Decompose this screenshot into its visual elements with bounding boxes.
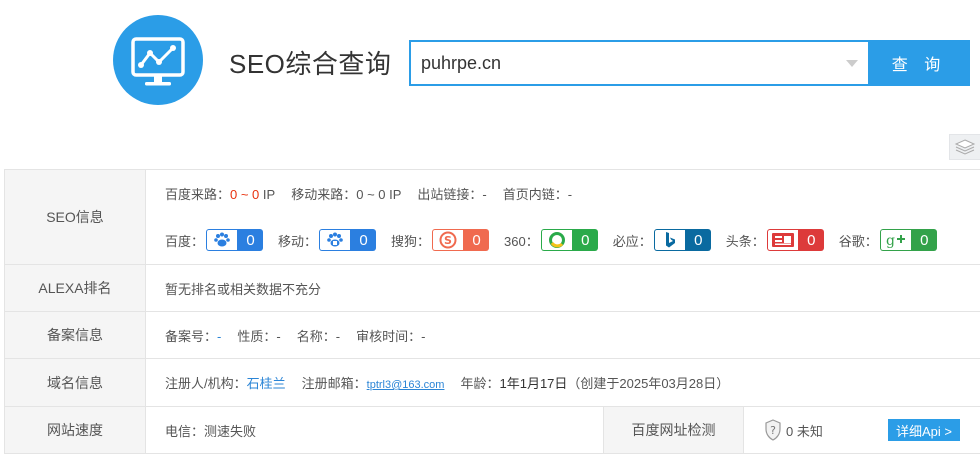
outbound-links: 出站链接：- [417, 187, 487, 202]
search-box[interactable] [409, 40, 868, 86]
engine-sogou: 搜狗： S 0 [391, 229, 490, 251]
mobile-traffic: 移动来路：0 ~ 0 IP [291, 187, 402, 202]
domain-age: 年龄：1年1月17日（创建于2025年03月28日） [460, 376, 730, 391]
toutiao-icon [767, 230, 798, 250]
dropdown-caret-icon[interactable] [846, 60, 858, 67]
beian-number: 备案号：- [165, 328, 222, 344]
mobile-weight-badge[interactable]: 0 [319, 229, 377, 251]
app-logo [113, 15, 203, 105]
speed-row: 网站速度 电信：测速失败 百度网址检测 ? 0 未知 详细Api > [5, 407, 980, 454]
telecom-speed: 电信：测速失败 [165, 423, 257, 439]
beian-label: 备案信息 [5, 312, 146, 358]
beian-nature: 性质：- [237, 328, 281, 344]
bing-weight-badge[interactable]: 0 [653, 229, 711, 251]
baidu-traffic: 百度来路：0 ~ 0 IP [165, 187, 276, 202]
alexa-label: ALEXA排名 [5, 265, 146, 311]
domain-label: 域名信息 [5, 359, 146, 406]
so360-icon [541, 230, 572, 250]
beian-row: 备案信息 备案号：- 性质：- 名称：- 审核时间：- [5, 312, 980, 359]
registrant-link[interactable]: 石桂兰 [247, 376, 286, 391]
google-weight-badge[interactable]: g 0 [879, 229, 937, 251]
svg-text:S: S [444, 234, 452, 247]
engine-mobile: 移动： 0 [278, 229, 377, 251]
registrant: 注册人/机构：石桂兰 [165, 376, 286, 391]
engine-bing: 必应： 0 [613, 229, 711, 251]
registrant-email: 注册邮箱：tptrl3@163.com [301, 376, 445, 391]
bing-icon [654, 230, 685, 250]
seo-info-label: SEO信息 [5, 170, 146, 264]
baidu-paw-icon [207, 230, 238, 250]
alexa-rank-value: 暂无排名或相关数据不充分 [165, 281, 322, 297]
layers-tool-button[interactable] [949, 134, 980, 160]
sogou-weight-badge[interactable]: S 0 [432, 229, 490, 251]
search-button[interactable]: 查 询 [868, 40, 970, 86]
svg-text:?: ? [770, 424, 776, 437]
layers-icon [954, 139, 976, 155]
shield-question-icon: ? [765, 419, 781, 441]
monitor-chart-icon [131, 37, 185, 86]
engine-toutiao: 头条： 0 [726, 229, 824, 251]
alexa-row: ALEXA排名 暂无排名或相关数据不充分 [5, 265, 980, 312]
engine-google: 谷歌： g 0 [839, 229, 937, 251]
baidu-weight-badge[interactable]: 0 [206, 229, 264, 251]
email-link[interactable]: tptrl3@163.com [367, 379, 445, 391]
engine-360: 360： 0 [504, 229, 598, 251]
google-plus-icon: g [880, 230, 911, 250]
sogou-icon: S [433, 230, 464, 250]
app-title: SEO综合查询 [229, 49, 392, 79]
engine-baidu: 百度： 0 [165, 229, 264, 251]
baidu-url-check-label: 百度网址检测 [604, 407, 744, 453]
speed-label: 网站速度 [5, 407, 146, 453]
domain-row: 域名信息 注册人/机构：石桂兰 注册邮箱：tptrl3@163.com 年龄：1… [5, 359, 980, 407]
api-detail-button[interactable]: 详细Api > [888, 419, 960, 441]
homepage-internal-links: 首页内链：- [502, 187, 573, 202]
baidu-url-check-result: ? 0 未知 详细Api > [744, 407, 980, 453]
beian-audit-time: 审核时间：- [356, 328, 426, 344]
so360-weight-badge[interactable]: 0 [540, 229, 598, 251]
engine-weights-line: 百度： 0 移动： 0 搜狗： S 0 360： 0 必应： 0 头条： 0 谷… [165, 229, 980, 251]
baidu-mobile-icon [320, 230, 351, 250]
traffic-line: 百度来路：0 ~ 0 IP 移动来路：0 ~ 0 IP 出站链接：- 首页内链：… [165, 184, 980, 203]
beian-name: 名称：- [296, 328, 341, 344]
seo-info-table: SEO信息 百度来路：0 ~ 0 IP 移动来路：0 ~ 0 IP 出站链接：-… [4, 169, 980, 454]
toutiao-weight-badge[interactable]: 0 [766, 229, 824, 251]
search-input[interactable] [421, 42, 841, 84]
svg-text:g: g [886, 233, 895, 248]
check-status: ? 0 未知 [764, 419, 823, 441]
seo-info-row: SEO信息 百度来路：0 ~ 0 IP 移动来路：0 ~ 0 IP 出站链接：-… [5, 170, 980, 265]
